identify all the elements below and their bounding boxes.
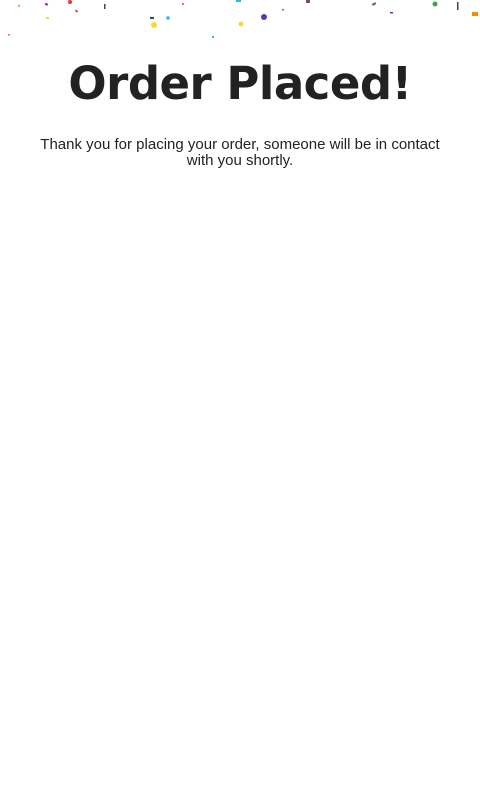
confetti-piece: [432, 1, 438, 7]
confetti-piece: [166, 16, 170, 20]
confetti-piece: [8, 34, 10, 36]
confetti-piece: [46, 17, 49, 19]
confetti-piece: [371, 2, 377, 6]
confetti-decoration: [8, 0, 478, 38]
confetti-piece: [151, 22, 157, 28]
order-confirmation-page: Order Placed! Thank you for placing your…: [0, 0, 480, 800]
confetti-piece: [390, 12, 393, 14]
confetti-piece: [282, 9, 284, 11]
confetti-piece: [182, 3, 184, 5]
confetti-piece: [472, 12, 478, 16]
page-title: Order Placed!: [68, 57, 412, 110]
confetti-piece: [104, 4, 106, 9]
confetti-piece: [44, 2, 49, 6]
confirmation-message: Thank you for placing your order, someon…: [40, 136, 440, 169]
confetti-piece: [68, 0, 72, 4]
confetti-piece: [238, 21, 244, 27]
confetti-piece: [261, 14, 267, 20]
confetti-piece: [74, 9, 79, 13]
confetti-piece: [306, 0, 310, 3]
confetti-piece: [212, 36, 214, 38]
confetti-piece: [457, 2, 459, 10]
confetti-piece: [236, 0, 241, 2]
confetti-piece: [150, 17, 154, 19]
confetti-piece: [18, 5, 20, 7]
